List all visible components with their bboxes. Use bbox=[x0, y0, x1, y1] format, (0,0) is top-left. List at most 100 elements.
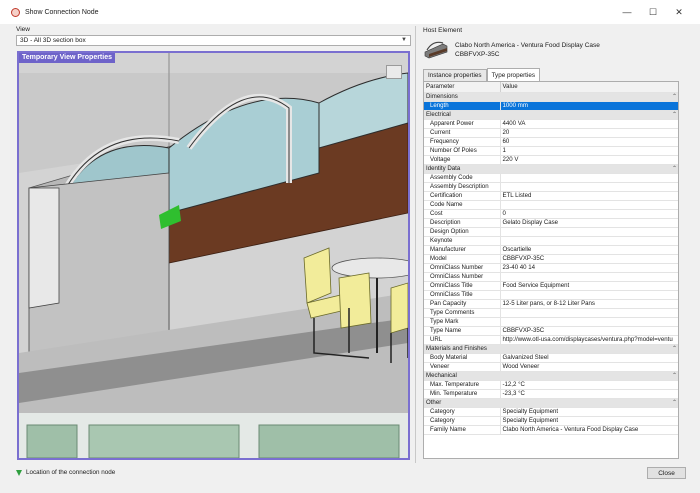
case-end-cap bbox=[28, 187, 60, 309]
property-name: OmniClass Number bbox=[424, 263, 501, 273]
3d-viewport[interactable]: Temporary View Properties bbox=[17, 51, 410, 460]
property-value[interactable]: 23-40 40 14 bbox=[500, 263, 678, 273]
property-value[interactable]: CBBFVXP-35C bbox=[500, 254, 678, 264]
property-row[interactable]: Assembly Description bbox=[424, 182, 678, 192]
property-value[interactable]: Gelato Display Case bbox=[500, 218, 678, 228]
property-row[interactable]: OmniClass Number 23-40 40 14 bbox=[424, 263, 678, 273]
property-group-row[interactable]: Materials and Finishes ⌃ bbox=[424, 344, 678, 354]
property-value[interactable]: Specialty Equipment bbox=[500, 416, 678, 426]
property-value[interactable]: 0 bbox=[500, 209, 678, 219]
property-row[interactable]: OmniClass Title Food Service Equipment bbox=[424, 281, 678, 291]
property-value[interactable] bbox=[500, 173, 678, 183]
property-value[interactable]: http://www.otl-usa.com/displaycases/vent… bbox=[500, 335, 678, 345]
property-value[interactable]: Oscartielle bbox=[500, 245, 678, 255]
property-value[interactable] bbox=[500, 182, 678, 192]
property-row[interactable]: Frequency 60 bbox=[424, 137, 678, 147]
property-value[interactable]: -12,2 °C bbox=[500, 380, 678, 390]
property-value[interactable]: -23,3 °C bbox=[500, 389, 678, 399]
property-row[interactable]: Type Name CBBFVXP-35C bbox=[424, 326, 678, 336]
property-row[interactable]: Pan Capacity 12-5 Liter pans, or 8-12 Lit… bbox=[424, 299, 678, 309]
property-value[interactable]: Food Service Equipment bbox=[500, 281, 678, 291]
property-value[interactable]: 4400 VA bbox=[500, 119, 678, 129]
close-button[interactable]: Close bbox=[647, 467, 686, 479]
chevron-up-icon[interactable]: ⌃ bbox=[672, 165, 677, 173]
property-value[interactable]: 1 bbox=[500, 146, 678, 156]
group-name: Other bbox=[426, 398, 442, 406]
property-name: Category bbox=[424, 407, 501, 417]
property-row[interactable]: Keynote bbox=[424, 236, 678, 246]
property-row[interactable]: Length 1000 mm bbox=[424, 101, 678, 111]
property-row[interactable]: Design Option bbox=[424, 227, 678, 237]
chevron-up-icon[interactable]: ⌃ bbox=[672, 372, 677, 380]
property-row[interactable]: Type Mark bbox=[424, 317, 678, 327]
property-value[interactable]: 20 bbox=[500, 128, 678, 138]
property-value[interactable] bbox=[500, 317, 678, 327]
column-header-value[interactable]: Value bbox=[500, 82, 678, 93]
property-value[interactable]: CBBFVXP-35C bbox=[500, 326, 678, 336]
property-row[interactable]: Code Name bbox=[424, 200, 678, 210]
chevron-down-icon: ▼ bbox=[401, 37, 407, 43]
chevron-up-icon[interactable]: ⌃ bbox=[672, 111, 677, 119]
property-group-row[interactable]: Electrical ⌃ bbox=[424, 110, 678, 120]
minimize-button[interactable]: — bbox=[614, 0, 640, 24]
property-row[interactable]: Category Specialty Equipment bbox=[424, 407, 678, 417]
tab-instance-properties[interactable]: Instance properties bbox=[423, 69, 487, 81]
properties-grid[interactable]: Parameter Value Dimensions ⌃ Length 1000 mm… bbox=[423, 81, 679, 459]
property-group-row[interactable]: Mechanical ⌃ bbox=[424, 371, 678, 381]
property-name: Length bbox=[424, 101, 501, 111]
property-value[interactable]: 1000 mm bbox=[500, 101, 678, 111]
property-value[interactable] bbox=[500, 200, 678, 210]
property-value[interactable] bbox=[500, 272, 678, 282]
property-value[interactable] bbox=[500, 227, 678, 237]
chevron-up-icon[interactable]: ⌃ bbox=[672, 93, 677, 101]
property-row[interactable]: Type Comments bbox=[424, 308, 678, 318]
property-row[interactable]: Description Gelato Display Case bbox=[424, 218, 678, 228]
property-row[interactable]: Body Material Galvanized Steel bbox=[424, 353, 678, 363]
property-row[interactable]: Apparent Power 4400 VA bbox=[424, 119, 678, 129]
chevron-up-icon[interactable]: ⌃ bbox=[672, 399, 677, 407]
property-value[interactable]: Clabo North America - Ventura Food Displ… bbox=[500, 425, 678, 435]
property-group-row[interactable]: Dimensions ⌃ bbox=[424, 92, 678, 102]
property-row[interactable]: Certification ETL Listed bbox=[424, 191, 678, 201]
property-row[interactable]: Cost 0 bbox=[424, 209, 678, 219]
tab-type-properties[interactable]: Type properties bbox=[486, 68, 540, 81]
property-value[interactable]: Wood Veneer bbox=[500, 362, 678, 372]
property-row[interactable]: Manufacturer Oscartielle bbox=[424, 245, 678, 255]
property-row[interactable]: Veneer Wood Veneer bbox=[424, 362, 678, 372]
chevron-up-icon[interactable]: ⌃ bbox=[672, 345, 677, 353]
property-row[interactable]: Model CBBFVXP-35C bbox=[424, 254, 678, 264]
property-value[interactable]: 60 bbox=[500, 137, 678, 147]
property-value[interactable]: 220 V bbox=[500, 155, 678, 165]
viewcube-icon[interactable] bbox=[386, 65, 402, 79]
property-name: Max. Temperature bbox=[424, 380, 501, 390]
view-dropdown[interactable]: 3D - All 3D section box ▼ bbox=[16, 35, 411, 46]
property-group-row[interactable]: Identity Data ⌃ bbox=[424, 164, 678, 174]
property-row[interactable]: Max. Temperature -12,2 °C bbox=[424, 380, 678, 390]
column-header-parameter[interactable]: Parameter bbox=[424, 82, 501, 93]
property-row[interactable]: Number Of Poles 1 bbox=[424, 146, 678, 156]
temporary-view-badge: Temporary View Properties bbox=[19, 53, 115, 63]
property-name: Type Comments bbox=[424, 308, 501, 318]
property-row[interactable]: OmniClass Title bbox=[424, 290, 678, 300]
property-row[interactable]: URL http://www.otl-usa.com/displaycases/v… bbox=[424, 335, 678, 345]
close-window-button[interactable]: ✕ bbox=[666, 0, 692, 24]
property-value[interactable]: Galvanized Steel bbox=[500, 353, 678, 363]
window-title: Show Connection Node bbox=[25, 8, 99, 16]
property-row[interactable]: Voltage 220 V bbox=[424, 155, 678, 165]
property-row[interactable]: Family Name Clabo North America - Ventura… bbox=[424, 425, 678, 435]
property-name: Veneer bbox=[424, 362, 501, 372]
maximize-button[interactable]: ☐ bbox=[640, 0, 666, 24]
property-value[interactable]: ETL Listed bbox=[500, 191, 678, 201]
property-value[interactable] bbox=[500, 308, 678, 318]
property-row[interactable]: Min. Temperature -23,3 °C bbox=[424, 389, 678, 399]
property-value[interactable]: Specialty Equipment bbox=[500, 407, 678, 417]
property-row[interactable]: Assembly Code bbox=[424, 173, 678, 183]
property-row[interactable]: Current 20 bbox=[424, 128, 678, 138]
property-row[interactable]: OmniClass Number bbox=[424, 272, 678, 282]
panel-divider[interactable] bbox=[415, 26, 416, 463]
property-group-row[interactable]: Other ⌃ bbox=[424, 398, 678, 408]
property-value[interactable] bbox=[500, 290, 678, 300]
property-row[interactable]: Category Specialty Equipment bbox=[424, 416, 678, 426]
property-value[interactable] bbox=[500, 236, 678, 246]
property-value[interactable]: 12-5 Liter pans, or 8-12 Liter Pans bbox=[500, 299, 678, 309]
